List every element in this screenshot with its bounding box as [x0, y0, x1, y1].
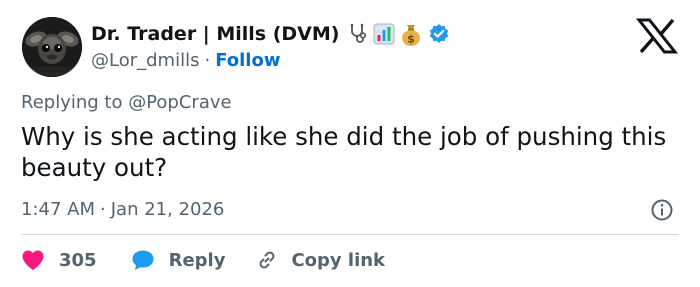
author-display-name[interactable]: Dr. Trader | Mills (DVM) [91, 23, 339, 45]
date-separator: · [100, 198, 106, 220]
gremlin-avatar-icon [22, 17, 82, 77]
author-handle[interactable]: @Lor_dmills [91, 50, 199, 71]
bar-chart-icon [373, 23, 395, 45]
verified-badge-icon [428, 23, 450, 45]
divider [21, 234, 679, 235]
tweet-timestamp[interactable]: 1:47 AM · Jan 21, 2026 [21, 195, 224, 223]
reply-button[interactable]: Reply [131, 249, 226, 271]
info-icon[interactable] [650, 198, 674, 222]
tweet-card: Dr. Trader | Mills (DVM) $ @Lor_dmills ·… [0, 0, 700, 287]
author-name-row: Dr. Trader | Mills (DVM) $ [91, 21, 450, 47]
x-logo-icon[interactable] [635, 18, 679, 54]
replying-to-text[interactable]: Replying to @PopCrave [21, 92, 232, 113]
tweet-time: 1:47 AM [21, 198, 95, 220]
author-handle-row: @Lor_dmills · Follow [91, 47, 280, 73]
like-button[interactable]: 305 [21, 249, 97, 271]
like-count: 305 [59, 249, 97, 271]
avatar[interactable] [22, 17, 82, 77]
money-bag-icon: $ [400, 22, 422, 46]
action-bar: 305 Reply Copy link [21, 246, 385, 274]
copy-link-label: Copy link [291, 249, 386, 271]
tweet-text: Why is she acting like she did the job o… [21, 122, 667, 182]
svg-text:$: $ [408, 33, 416, 46]
handle-separator: · [204, 49, 211, 71]
copy-link-button[interactable]: Copy link [255, 248, 385, 272]
heart-icon [22, 250, 44, 270]
tweet-date: Jan 21, 2026 [110, 198, 225, 220]
reply-bubble-icon [132, 250, 154, 270]
stethoscope-icon [348, 23, 368, 45]
reply-label: Reply [168, 249, 226, 271]
follow-button[interactable]: Follow [215, 50, 280, 71]
link-icon [260, 251, 275, 269]
